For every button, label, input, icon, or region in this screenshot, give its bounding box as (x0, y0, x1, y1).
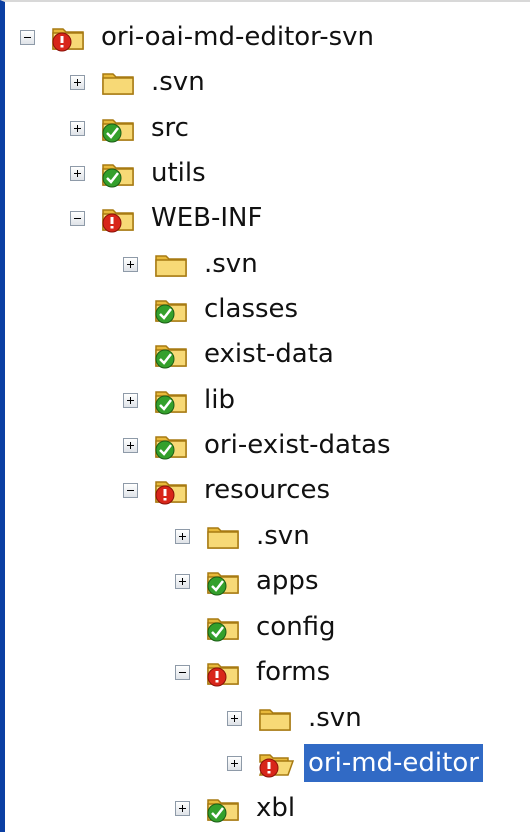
tree-item-label: forms (256, 657, 331, 687)
tree-item-label: xbl (256, 793, 296, 823)
tree-item-label: exist-data (204, 339, 334, 369)
tree-item-xbl[interactable]: xbl (175, 786, 299, 830)
folder-normal-icon (205, 612, 243, 642)
folder-tree: ori-oai-md-editor-svn .svn src utils WEB… (0, 0, 530, 832)
folder-icon (257, 703, 295, 733)
tree-item-classes[interactable]: classes (123, 287, 302, 331)
tree-item-resources[interactable]: resources (123, 468, 334, 512)
tree-item-label: .svn (151, 67, 205, 97)
expand-toggle-icon[interactable] (123, 437, 138, 453)
folder-normal-icon (100, 113, 138, 143)
tree-item-label: resources (204, 475, 331, 505)
tree-item-label: lib (204, 385, 235, 415)
tree-item-label: ori-exist-datas (204, 430, 391, 460)
folder-icon (100, 67, 138, 97)
folder-conflict-icon (100, 203, 138, 233)
tree-item-web-inf[interactable]: WEB-INF (70, 196, 266, 240)
tree-item-label: utils (151, 158, 206, 188)
tree-item-lib[interactable]: lib (123, 378, 239, 422)
collapse-toggle-icon[interactable] (175, 664, 190, 680)
folder-normal-icon (205, 793, 243, 823)
tree-item-ori-exist-datas[interactable]: ori-exist-datas (123, 423, 395, 467)
tree-item-label: .svn (256, 521, 310, 551)
tree-item-svn[interactable]: .svn (227, 696, 366, 740)
folder-normal-icon (153, 430, 191, 460)
expand-toggle-icon[interactable] (123, 256, 138, 272)
tree-item-config[interactable]: config (175, 605, 340, 649)
tree-item-src[interactable]: src (70, 106, 193, 150)
folder-normal-icon (205, 566, 243, 596)
tree-item-label: config (256, 612, 336, 642)
expand-toggle-icon[interactable] (70, 120, 85, 136)
folder-conflict-icon (153, 475, 191, 505)
expand-toggle-icon[interactable] (70, 165, 85, 181)
folder-icon (153, 249, 191, 279)
tree-item-svn[interactable]: .svn (123, 242, 262, 286)
tree-item-label: apps (256, 566, 319, 596)
expand-toggle-icon[interactable] (70, 74, 85, 90)
tree-item-utils[interactable]: utils (70, 151, 210, 195)
expand-toggle-icon[interactable] (123, 392, 138, 408)
folder-conflict-icon (50, 22, 88, 52)
tree-item-exist-data[interactable]: exist-data (123, 332, 338, 376)
collapse-toggle-icon[interactable] (123, 482, 138, 498)
expand-toggle-icon[interactable] (227, 755, 242, 771)
folder-conflict-icon (205, 657, 243, 687)
expand-toggle-icon[interactable] (227, 710, 242, 726)
tree-item-svn[interactable]: .svn (70, 60, 209, 104)
tree-item-ori-oai-md-editor-svn[interactable]: ori-oai-md-editor-svn (20, 15, 378, 59)
tree-item-svn[interactable]: .svn (175, 514, 314, 558)
tree-item-label: .svn (204, 249, 258, 279)
folder-normal-icon (153, 385, 191, 415)
expand-toggle-icon[interactable] (175, 573, 190, 589)
tree-item-label: .svn (308, 703, 362, 733)
tree-item-label-selected: ori-md-editor (304, 744, 483, 782)
collapse-toggle-icon[interactable] (20, 29, 35, 45)
tree-item-forms[interactable]: forms (175, 650, 334, 694)
folder-normal-icon (100, 158, 138, 188)
tree-item-label: classes (204, 294, 299, 324)
expand-toggle-icon[interactable] (175, 528, 190, 544)
folder-normal-icon (153, 294, 191, 324)
tree-item-ori-md-editor[interactable]: ori-md-editor (227, 741, 483, 785)
tree-item-label: WEB-INF (151, 203, 263, 233)
tree-item-apps[interactable]: apps (175, 559, 323, 603)
folder-icon (205, 521, 243, 551)
folder-normal-icon (153, 339, 191, 369)
collapse-toggle-icon[interactable] (70, 210, 85, 226)
folder-open-conflict-icon (257, 748, 295, 778)
tree-item-label: src (151, 113, 189, 143)
expand-toggle-icon[interactable] (175, 800, 190, 816)
tree-item-label: ori-oai-md-editor-svn (101, 22, 374, 52)
